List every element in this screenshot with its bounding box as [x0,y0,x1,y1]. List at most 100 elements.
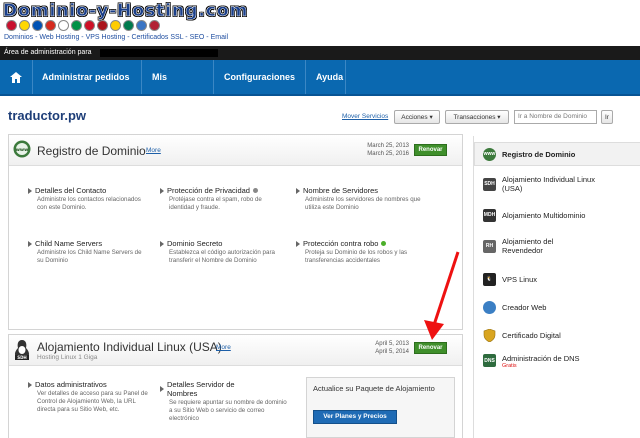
status-dot-icon [381,241,387,246]
sdh-icon: SDH [483,177,496,191]
feature-secret-domain[interactable]: Dominio Secreto Establezca el código aut… [160,239,278,265]
arrow-right-icon [160,386,164,392]
domain-panel-title: Registro de Dominio [37,144,146,158]
hosting-dates: April 5, 2013 April 5, 2014 [339,340,409,356]
transacciones-dropdown[interactable]: Transacciones ▾ [445,110,509,124]
acciones-label: Acciones [401,114,428,121]
arrow-right-icon [296,240,300,247]
sidebar-item-label: Alojamiento Multidominio [502,210,586,220]
hosting-renew-button[interactable]: Renovar [414,342,447,354]
sidebar-item-label: VPS Linux [502,274,538,284]
chevron-down-icon: ▾ [497,114,501,121]
hosting-subtitle: Hosting Linux 1 Giga [37,354,98,361]
dns-icon: DNS [483,354,496,367]
admin-bar-label: Área de administración para [4,49,92,56]
language-flags [6,20,160,32]
feature-title: Nombre de Servidores [303,186,379,195]
nav-mis-cuentas[interactable]: Mis cuentas [142,60,214,116]
sidebar-item-label: Certificado Digital [502,330,561,340]
sidebar-item-administracion-dns[interactable]: DNS Administración de DNS Gratis [474,352,640,376]
site-logo[interactable]: Dominio-y-Hosting.com [3,1,248,22]
domain-search-go-button[interactable]: Ir [601,110,613,124]
sidebar-item-registro-dominio[interactable]: www Registro de Dominio [474,142,640,166]
sidebar-item-alojamiento-individual[interactable]: SDH Alojamiento Individual Linux (USA) [474,172,640,196]
hosting-panel-header: SDH Alojamiento Individual Linux (USA) M… [9,335,462,366]
domain-renew-button[interactable]: Renovar [414,144,447,156]
arrow-right-icon [160,240,164,247]
sidebar-item-vps-linux[interactable]: 🐧 VPS Linux [474,270,640,288]
nav-administrar-pedidos[interactable]: Administrar pedidos [32,60,142,94]
language-flag-icon[interactable] [97,20,108,31]
feature-child-name-servers[interactable]: Child Name Servers Administre los Child … [28,239,146,265]
shield-icon [483,328,496,342]
feature-desc: Administre los servidores de nombres que… [305,196,421,211]
domain-panel-header: www Registro de Dominio More March 25, 2… [9,135,462,166]
language-flag-icon[interactable] [6,20,17,31]
upgrade-hosting-box: Actualice su Paquete de Alojamiento Ver … [306,377,455,438]
language-flag-icon[interactable] [136,20,147,31]
brand-header: Dominio-y-Hosting.com Dominios - Web Hos… [0,0,640,46]
feature-title: Detalles Servidor de Nombres [167,380,235,398]
nav-ayuda[interactable]: Ayuda [306,60,346,94]
main-nav: Administrar pedidos Mis cuentas Configur… [0,60,640,116]
feature-contact-details[interactable]: Detalles del Contacto Administre los con… [28,186,146,212]
arrow-right-icon [160,187,164,194]
mdh-icon: MDH [483,208,496,222]
view-plans-button[interactable]: Ver Planes y Precios [313,410,397,424]
language-flag-icon[interactable] [84,20,95,31]
domain-dates: March 25, 2013 March 25, 2016 [339,142,409,158]
sidebar-item-alojamiento-revendedor[interactable]: RH Alojamiento del Revendedor [474,234,640,258]
language-flag-icon[interactable] [45,20,56,31]
language-flag-icon[interactable] [58,20,69,31]
page-title: traductor.pw [8,108,87,123]
sidebar-item-creador-web[interactable]: Creador Web [474,298,640,316]
chevron-down-icon: ▾ [429,114,433,121]
domain-panel: www Registro de Dominio More March 25, 2… [8,134,463,330]
language-flag-icon[interactable] [110,20,121,31]
sidebar-item-alojamiento-multidominio[interactable]: MDH Alojamiento Multidominio [474,206,640,224]
feature-title: Datos administrativos [35,380,107,389]
feature-title: Protección contra robo [303,239,379,248]
home-icon [10,71,22,83]
site-tagline: Dominios - Web Hosting - VPS Hosting - C… [4,34,229,41]
sidebar-item-label: Alojamiento del Revendedor [502,237,554,255]
feature-name-servers[interactable]: Nombre de Servidores Administre los serv… [296,186,431,212]
language-flag-icon[interactable] [149,20,160,31]
acciones-dropdown[interactable]: Acciones ▾ [394,110,440,124]
language-flag-icon[interactable] [32,20,43,31]
status-dot-icon [252,188,258,193]
domain-exp-date: March 25, 2016 [367,151,409,157]
domain-search-input[interactable]: Ir a Nombre de Dominio [514,110,597,124]
domain-more-link[interactable]: More [146,147,161,154]
hosting-panel-title: Alojamiento Individual Linux (USA) [37,340,222,354]
arrow-right-icon [28,240,32,247]
sidebar-item-label: Registro de Dominio [502,149,576,159]
free-badge: Gratis [502,363,517,369]
language-flag-icon[interactable] [19,20,30,31]
feature-desc: Establezca el código autorización para t… [169,249,275,264]
nav-configuraciones[interactable]: Configuraciones [214,60,306,94]
feature-name-server-details[interactable]: Detalles Servidor de Nombres Se requiere… [160,380,290,423]
feature-desc: Proteja su Dominio de los robos y las tr… [305,249,408,264]
feature-theft-protection[interactable]: Protección contra robo Proteja su Domini… [296,239,431,265]
rh-icon: RH [483,239,496,253]
hosting-exp-date: April 5, 2014 [375,349,409,355]
feature-desc: Administre los Child Name Servers de su … [37,249,142,264]
feature-title: Child Name Servers [35,239,103,248]
arrow-right-icon [296,187,300,194]
language-flag-icon[interactable] [71,20,82,31]
sidebar-item-certificado-digital[interactable]: Certificado Digital [474,326,640,344]
nav-home-button[interactable] [0,60,33,94]
hosting-more-link[interactable]: More [216,344,231,351]
language-flag-icon[interactable] [123,20,134,31]
feature-privacy-protection[interactable]: Protección de Privacidad Protéjase contr… [160,186,278,212]
mover-servicios-link[interactable]: Mover Servicios [342,113,388,120]
feature-title: Protección de Privacidad [167,186,250,195]
feature-admin-data[interactable]: Datos administrativos Ver detalles de ac… [28,380,153,414]
sidebar-item-label: Administración de DNS [502,354,580,363]
sidebar-item-label: Creador Web [502,302,547,312]
www-icon: www [483,147,496,161]
arrow-right-icon [28,381,32,388]
transacciones-label: Transacciones [453,114,496,121]
feature-desc: Administre los contactos relacionados co… [37,196,141,211]
